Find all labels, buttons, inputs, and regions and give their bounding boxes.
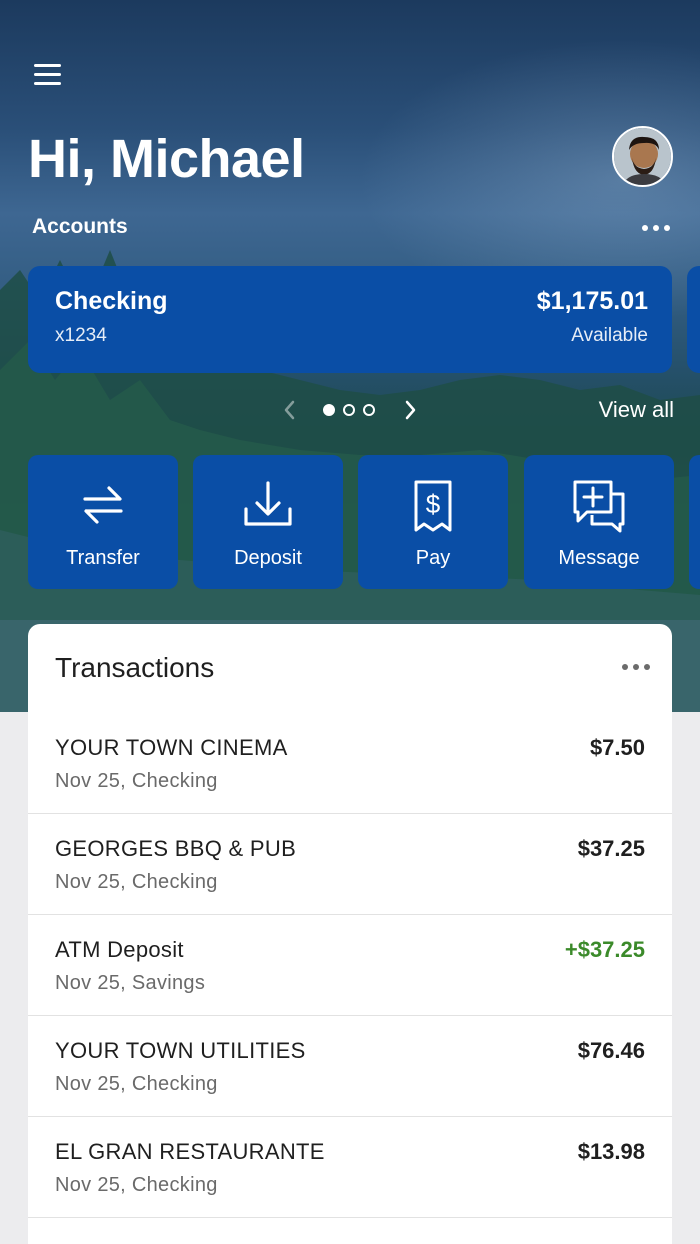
chevron-left-icon (284, 400, 295, 420)
transaction-row[interactable]: EL GRAN RESTAURANTE Nov 25, Checking $13… (28, 1117, 672, 1218)
pay-label: Pay (415, 547, 451, 569)
transaction-row[interactable]: ATM Deposit Nov 25, Savings +$37.25 (28, 915, 672, 1016)
transaction-amount: +$37.25 (564, 937, 645, 962)
transfer-icon (83, 486, 123, 524)
transaction-row[interactable]: YOUR TOWN UTILITIES Nov 25, Checking $76… (28, 1016, 672, 1117)
transaction-name: GEORGES BBQ & PUB (55, 836, 297, 861)
account-name: Checking (55, 287, 168, 315)
hero-background: Hi, Michael Accounts Checking x1234 $1,1… (0, 0, 700, 712)
account-number: x1234 (55, 325, 107, 346)
deposit-label: Deposit (234, 547, 302, 569)
pay-bill-icon: $ (414, 480, 452, 532)
message-label: Message (558, 547, 640, 569)
deposit-icon (244, 481, 292, 526)
transaction-detail: Nov 25, Savings (55, 972, 206, 994)
transaction-detail: Nov 25, Checking (55, 871, 218, 893)
transactions-panel: Transactions YOUR TOWN CINEMA Nov 25, Ch… (28, 624, 672, 1244)
next-account-card-peek[interactable] (687, 266, 700, 373)
transaction-name: YOUR TOWN UTILITIES (55, 1038, 306, 1063)
transaction-amount: $37.25 (577, 836, 645, 861)
accounts-label: Accounts (32, 215, 128, 238)
transaction-amount: $13.98 (577, 1139, 645, 1164)
avatar[interactable] (612, 126, 673, 187)
transaction-row[interactable]: YOUR TOWN CINEMA Nov 25, Checking $7.50 (28, 713, 672, 814)
more-actions-peek[interactable] (689, 455, 700, 589)
view-all-accounts-link[interactable]: View all (599, 397, 674, 423)
deposit-button[interactable]: Deposit (193, 455, 343, 589)
pager-dot-2[interactable] (343, 404, 355, 416)
transaction-detail: Nov 25, Checking (55, 770, 218, 792)
transfer-label: Transfer (66, 547, 140, 569)
pager-dot-1[interactable] (323, 404, 335, 416)
transaction-detail: Nov 25, Checking (55, 1073, 218, 1095)
account-card-checking[interactable]: Checking x1234 $1,175.01 Available (28, 266, 672, 373)
pay-button[interactable]: $ Pay (358, 455, 508, 589)
transaction-detail: Nov 25, Checking (55, 1174, 218, 1196)
transaction-name: YOUR TOWN CINEMA (55, 735, 288, 760)
hamburger-menu-icon[interactable] (34, 64, 62, 86)
transaction-name: EL GRAN RESTAURANTE (55, 1139, 325, 1164)
message-icon (573, 480, 625, 533)
chevron-right-icon[interactable] (400, 398, 420, 422)
greeting-title: Hi, Michael (28, 129, 305, 189)
message-button[interactable]: Message (524, 455, 674, 589)
pager-dot-3[interactable] (363, 404, 375, 416)
svg-text:$: $ (426, 489, 441, 519)
transaction-row[interactable]: GEORGES BBQ & PUB Nov 25, Checking $37.2… (28, 814, 672, 915)
transaction-amount: $7.50 (589, 735, 645, 760)
account-balance: $1,175.01 (536, 287, 648, 315)
transactions-more-options-icon[interactable] (620, 660, 652, 674)
account-balance-label: Available (571, 325, 648, 346)
accounts-more-options-icon[interactable] (640, 220, 672, 236)
transactions-title: Transactions (55, 652, 215, 683)
transaction-name: ATM Deposit (55, 937, 184, 962)
transfer-button[interactable]: Transfer (28, 455, 178, 589)
transaction-amount: $76.46 (577, 1038, 645, 1063)
